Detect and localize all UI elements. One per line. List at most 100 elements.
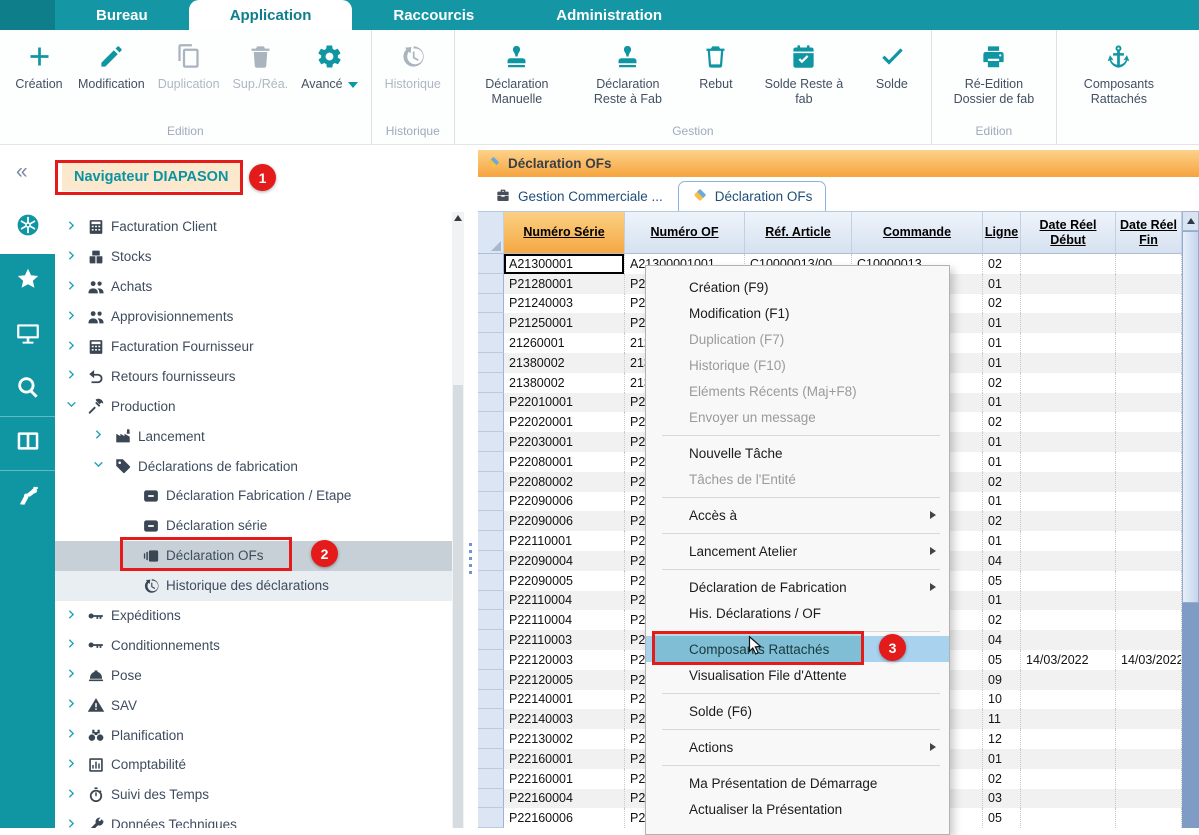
chevron-right-icon[interactable] [62,338,80,356]
table-cell[interactable]: 05 [983,650,1021,670]
tree-item-declarations-de-fabrication[interactable]: Déclarations de fabrication [55,451,452,481]
tree-item-achats[interactable]: Achats [55,272,452,302]
table-cell[interactable]: 12 [983,729,1021,749]
row-header-cell[interactable] [478,789,504,809]
row-header-cell[interactable] [478,591,504,611]
table-cell[interactable]: P22110004 [504,610,625,630]
menu-item-his-declarations-of[interactable]: His. Déclarations / OF [646,600,949,626]
table-cell[interactable] [1021,353,1116,373]
table-cell[interactable]: 02 [983,472,1021,492]
chevron-right-icon[interactable] [62,786,80,804]
table-cell[interactable] [1116,353,1182,373]
menu-item-lancement-atelier[interactable]: Lancement Atelier [646,538,949,564]
table-cell[interactable] [1021,571,1116,591]
tree-scrollbar[interactable] [452,212,464,828]
table-cell[interactable] [1116,393,1182,413]
table-cell[interactable] [1021,412,1116,432]
table-cell[interactable]: P22160001 [504,749,625,769]
table-cell[interactable]: 05 [983,808,1021,828]
table-cell[interactable] [1021,472,1116,492]
table-cell[interactable]: P22090004 [504,551,625,571]
table-cell[interactable]: P22080002 [504,472,625,492]
table-cell[interactable] [1021,492,1116,512]
solde-reste-a-fab-button[interactable]: Solde Reste à fab [755,43,853,107]
chevron-right-icon[interactable] [62,218,80,236]
row-header-cell[interactable] [478,333,504,353]
topbar-tab-bureau[interactable]: Bureau [55,0,189,30]
topbar-tab-application[interactable]: Application [189,0,353,30]
menu-item-ma-presentation-de-demarrage[interactable]: Ma Présentation de Démarrage [646,770,949,796]
table-cell[interactable]: P22030001 [504,432,625,452]
row-header-cell[interactable] [478,373,504,393]
table-cell[interactable] [1116,749,1182,769]
table-cell[interactable]: 02 [983,412,1021,432]
column-header-numero-serie[interactable]: Numéro Série [504,211,625,254]
table-cell[interactable] [1021,551,1116,571]
menu-item-historique-f10[interactable]: Historique (F10) [646,352,949,378]
topbar-tab-raccourcis[interactable]: Raccourcis [352,0,515,30]
rail-item-search-icon[interactable] [0,362,55,416]
table-cell[interactable] [1116,808,1182,828]
row-header-cell[interactable] [478,472,504,492]
table-cell[interactable]: 01 [983,432,1021,452]
row-header-cell[interactable] [478,670,504,690]
grid-scrollbar-thumb[interactable] [1182,231,1199,603]
table-cell[interactable] [1116,373,1182,393]
rail-item-monitor-icon[interactable] [0,308,55,362]
row-header-cell[interactable] [478,610,504,630]
table-cell[interactable]: 04 [983,630,1021,650]
table-cell[interactable] [1116,333,1182,353]
row-header-cell[interactable] [478,729,504,749]
chevron-right-icon[interactable] [62,367,80,385]
chevron-right-icon[interactable] [62,696,80,714]
rebut-button[interactable]: Rebut [690,43,742,92]
table-cell[interactable]: 01 [983,393,1021,413]
composants-rattaches-button[interactable]: Composants Rattachés [1070,43,1168,107]
table-cell[interactable]: 14/03/2022 [1116,650,1182,670]
row-header-cell[interactable] [478,808,504,828]
table-cell[interactable] [1116,690,1182,710]
table-cell[interactable] [1021,729,1116,749]
tree-item-comptabilite[interactable]: Comptabilité [55,750,452,780]
chevron-right-icon[interactable] [62,726,80,744]
table-cell[interactable] [1021,294,1116,314]
chevron-right-icon[interactable] [62,816,80,828]
table-cell[interactable] [1116,254,1182,274]
table-cell[interactable]: P22140001 [504,690,625,710]
table-cell[interactable]: P22120003 [504,650,625,670]
table-cell[interactable] [1116,551,1182,571]
table-cell[interactable] [1021,769,1116,789]
modification-button[interactable]: Modification [78,43,145,92]
table-cell[interactable]: 01 [983,274,1021,294]
re-edition-dossier-de-fab-button[interactable]: Ré-Edition Dossier de fab [945,43,1043,107]
row-header-cell[interactable] [478,393,504,413]
table-cell[interactable]: 09 [983,670,1021,690]
table-cell[interactable]: 01 [983,313,1021,333]
table-cell[interactable]: P22130002 [504,729,625,749]
table-cell[interactable] [1021,511,1116,531]
table-cell[interactable]: 02 [983,373,1021,393]
menu-item-visualisation-file-d-attente[interactable]: Visualisation File d'Attente [646,662,949,688]
chevron-right-icon[interactable] [89,427,107,445]
table-cell[interactable] [1021,808,1116,828]
chevron-right-icon[interactable] [62,308,80,326]
row-header-cell[interactable] [478,551,504,571]
column-header-numero-of[interactable]: Numéro OF [625,211,745,254]
table-cell[interactable] [1021,531,1116,551]
table-cell[interactable] [1021,610,1116,630]
tree-item-donnees-techniques[interactable]: Données Techniques [55,810,452,828]
tree-item-conditionnements[interactable]: Conditionnements [55,630,452,660]
column-header-commande[interactable]: Commande [852,211,983,254]
column-header-date-reel-fin[interactable]: Date Réel Fin [1116,211,1182,254]
table-cell[interactable] [1116,709,1182,729]
table-cell[interactable] [1116,432,1182,452]
declaration-reste-a-fab-button[interactable]: Déclaration Reste à Fab [579,43,677,107]
tree-item-facturation-fournisseur[interactable]: Facturation Fournisseur [55,332,452,362]
chevron-right-icon[interactable] [62,756,80,774]
table-cell[interactable]: P22160004 [504,789,625,809]
row-header-cell[interactable] [478,274,504,294]
table-cell[interactable] [1116,472,1182,492]
table-cell[interactable] [1116,511,1182,531]
topbar-tab-administration[interactable]: Administration [515,0,703,30]
table-cell[interactable] [1116,274,1182,294]
